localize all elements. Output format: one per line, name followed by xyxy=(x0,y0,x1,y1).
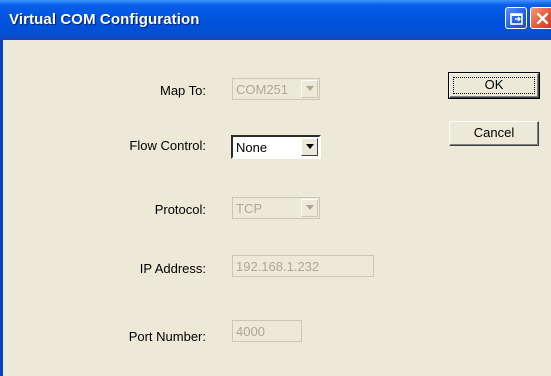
cancel-button-label: Cancel xyxy=(473,125,515,140)
flow-control-select[interactable]: None xyxy=(231,135,321,159)
map-to-value: COM251 xyxy=(236,82,289,97)
map-to-dropdown-button[interactable] xyxy=(301,80,318,98)
ip-address-field[interactable]: 192.168.1.232 xyxy=(232,255,374,277)
window-restore-button[interactable] xyxy=(505,7,527,29)
window-title: Virtual COM Configuration xyxy=(9,11,200,28)
map-to-label: Map To: xyxy=(159,83,206,98)
close-button[interactable] xyxy=(530,7,551,29)
protocol-select[interactable]: TCP xyxy=(232,197,320,219)
chevron-down-icon xyxy=(306,205,314,210)
chevron-down-icon xyxy=(306,144,314,149)
close-icon xyxy=(536,12,549,25)
map-to-select[interactable]: COM251 xyxy=(232,78,320,100)
title-bar[interactable]: Virtual COM Configuration xyxy=(0,0,551,40)
ip-address-label: IP Address: xyxy=(139,261,206,276)
port-number-field[interactable]: 4000 xyxy=(232,320,302,342)
port-number-value: 4000 xyxy=(236,324,265,339)
protocol-dropdown-button[interactable] xyxy=(301,199,318,217)
window-restore-icon xyxy=(510,13,523,25)
port-number-label: Port Number: xyxy=(128,329,206,344)
cancel-button[interactable]: Cancel xyxy=(449,121,539,146)
dialog-window: Virtual COM Configuration Map To: COM251… xyxy=(0,0,551,376)
protocol-label: Protocol: xyxy=(154,202,206,217)
flow-control-value: None xyxy=(236,140,268,155)
ip-address-value: 192.168.1.232 xyxy=(236,259,320,274)
ok-button[interactable]: OK xyxy=(448,72,540,99)
ok-button-label: OK xyxy=(484,77,504,92)
protocol-value: TCP xyxy=(236,201,262,216)
flow-control-label: Flow Control: xyxy=(129,138,206,153)
chevron-down-icon xyxy=(306,86,314,91)
flow-control-dropdown-button[interactable] xyxy=(301,138,318,156)
